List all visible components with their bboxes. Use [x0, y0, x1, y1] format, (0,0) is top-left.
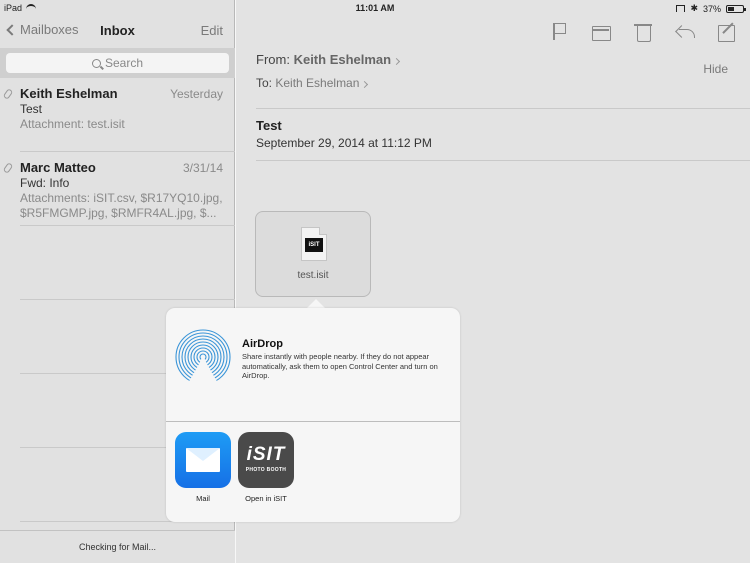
mail-app-icon	[175, 432, 231, 488]
battery-percent: 37%	[702, 3, 721, 14]
message-preview: Attachments: iSIT.csv, $R17YQ10.jpg, $R5…	[20, 191, 223, 220]
mail-status: Checking for Mail...	[0, 530, 235, 563]
chevron-right-icon	[393, 57, 401, 66]
paperclip-icon	[2, 88, 14, 100]
to-line: To: Keith Eshelman	[256, 76, 750, 90]
isit-logo-subtext: PHOTO BOOTH	[245, 467, 287, 473]
search-icon	[91, 58, 101, 68]
message-date: 3/31/14	[182, 161, 223, 175]
app-label: Mail	[196, 494, 210, 503]
to-name[interactable]: Keith Eshelman	[275, 76, 359, 90]
from-label: From:	[256, 52, 290, 67]
compose-icon[interactable]	[714, 20, 740, 44]
share-apps-row: Mail iSIT PHOTO BOOTH Open in iSIT	[166, 423, 460, 522]
list-item[interactable]: Keith Eshelman Yesterday Test Attachment…	[2, 78, 235, 152]
folder-icon[interactable]	[588, 20, 614, 44]
message-sender: Keith Eshelman	[20, 86, 118, 101]
search-placeholder: Search	[104, 56, 144, 70]
message-subject: Test	[20, 102, 43, 116]
reply-icon[interactable]	[672, 20, 698, 44]
clock: 11:01 AM	[355, 3, 395, 13]
divider	[256, 108, 750, 109]
email-date: September 29, 2014 at 11:12 PM	[256, 136, 432, 150]
mail-share-button[interactable]: Mail	[168, 432, 238, 503]
airdrop-description: Share instantly with people nearby. If t…	[242, 352, 438, 380]
bluetooth-icon: ✱	[690, 3, 698, 13]
message-subject: Fwd: Info	[20, 176, 70, 190]
isit-app-icon: iSIT PHOTO BOOTH	[238, 432, 294, 488]
attachment-name: test.isit	[297, 270, 329, 281]
chevron-right-icon	[361, 80, 369, 89]
to-label: To:	[256, 76, 273, 90]
message-date: Yesterday	[170, 87, 223, 101]
isit-logo-text: iSIT	[246, 444, 286, 465]
email-subject: Test	[256, 118, 282, 133]
divider	[256, 160, 750, 161]
airplay-icon	[676, 5, 686, 12]
airdrop-icon	[175, 329, 231, 385]
email-header: From: Keith Eshelman Hide To: Keith Eshe…	[256, 52, 750, 90]
hide-button[interactable]: Hide	[703, 62, 728, 76]
empty-row	[20, 226, 235, 300]
search-bar: Search	[0, 48, 235, 78]
edit-button[interactable]: Edit	[201, 23, 223, 38]
trash-icon[interactable]	[630, 20, 656, 44]
message-toolbar	[546, 16, 740, 48]
open-in-isit-button[interactable]: iSIT PHOTO BOOTH Open in iSIT	[231, 432, 301, 503]
paperclip-icon	[2, 162, 14, 174]
airdrop-section[interactable]: AirDrop Share instantly with people near…	[166, 308, 460, 422]
app-label: Open in iSIT	[245, 494, 287, 503]
file-icon: iSIT	[301, 227, 327, 261]
message-sender: Marc Matteo	[20, 160, 96, 175]
inbox-nav-bar: Mailboxes Inbox Edit	[0, 16, 235, 48]
attachment-tile[interactable]: iSIT test.isit	[255, 211, 371, 297]
search-input[interactable]: Search	[6, 53, 229, 73]
from-name[interactable]: Keith Eshelman	[294, 52, 392, 67]
flag-icon[interactable]	[546, 20, 572, 44]
share-sheet: AirDrop Share instantly with people near…	[166, 308, 460, 522]
message-preview: Attachment: test.isit	[20, 117, 125, 131]
battery-icon	[726, 4, 746, 13]
list-item[interactable]: Marc Matteo 3/31/14 Fwd: Info Attachment…	[2, 152, 235, 226]
attachment-badge: iSIT	[305, 238, 323, 252]
envelope-icon	[186, 448, 220, 472]
from-line: From: Keith Eshelman	[256, 52, 750, 74]
status-bar: iPad 11:01 AM ✱ 37%	[0, 0, 750, 16]
subject-block: Test September 29, 2014 at 11:12 PM	[256, 118, 432, 150]
airdrop-title: AirDrop	[242, 338, 283, 350]
